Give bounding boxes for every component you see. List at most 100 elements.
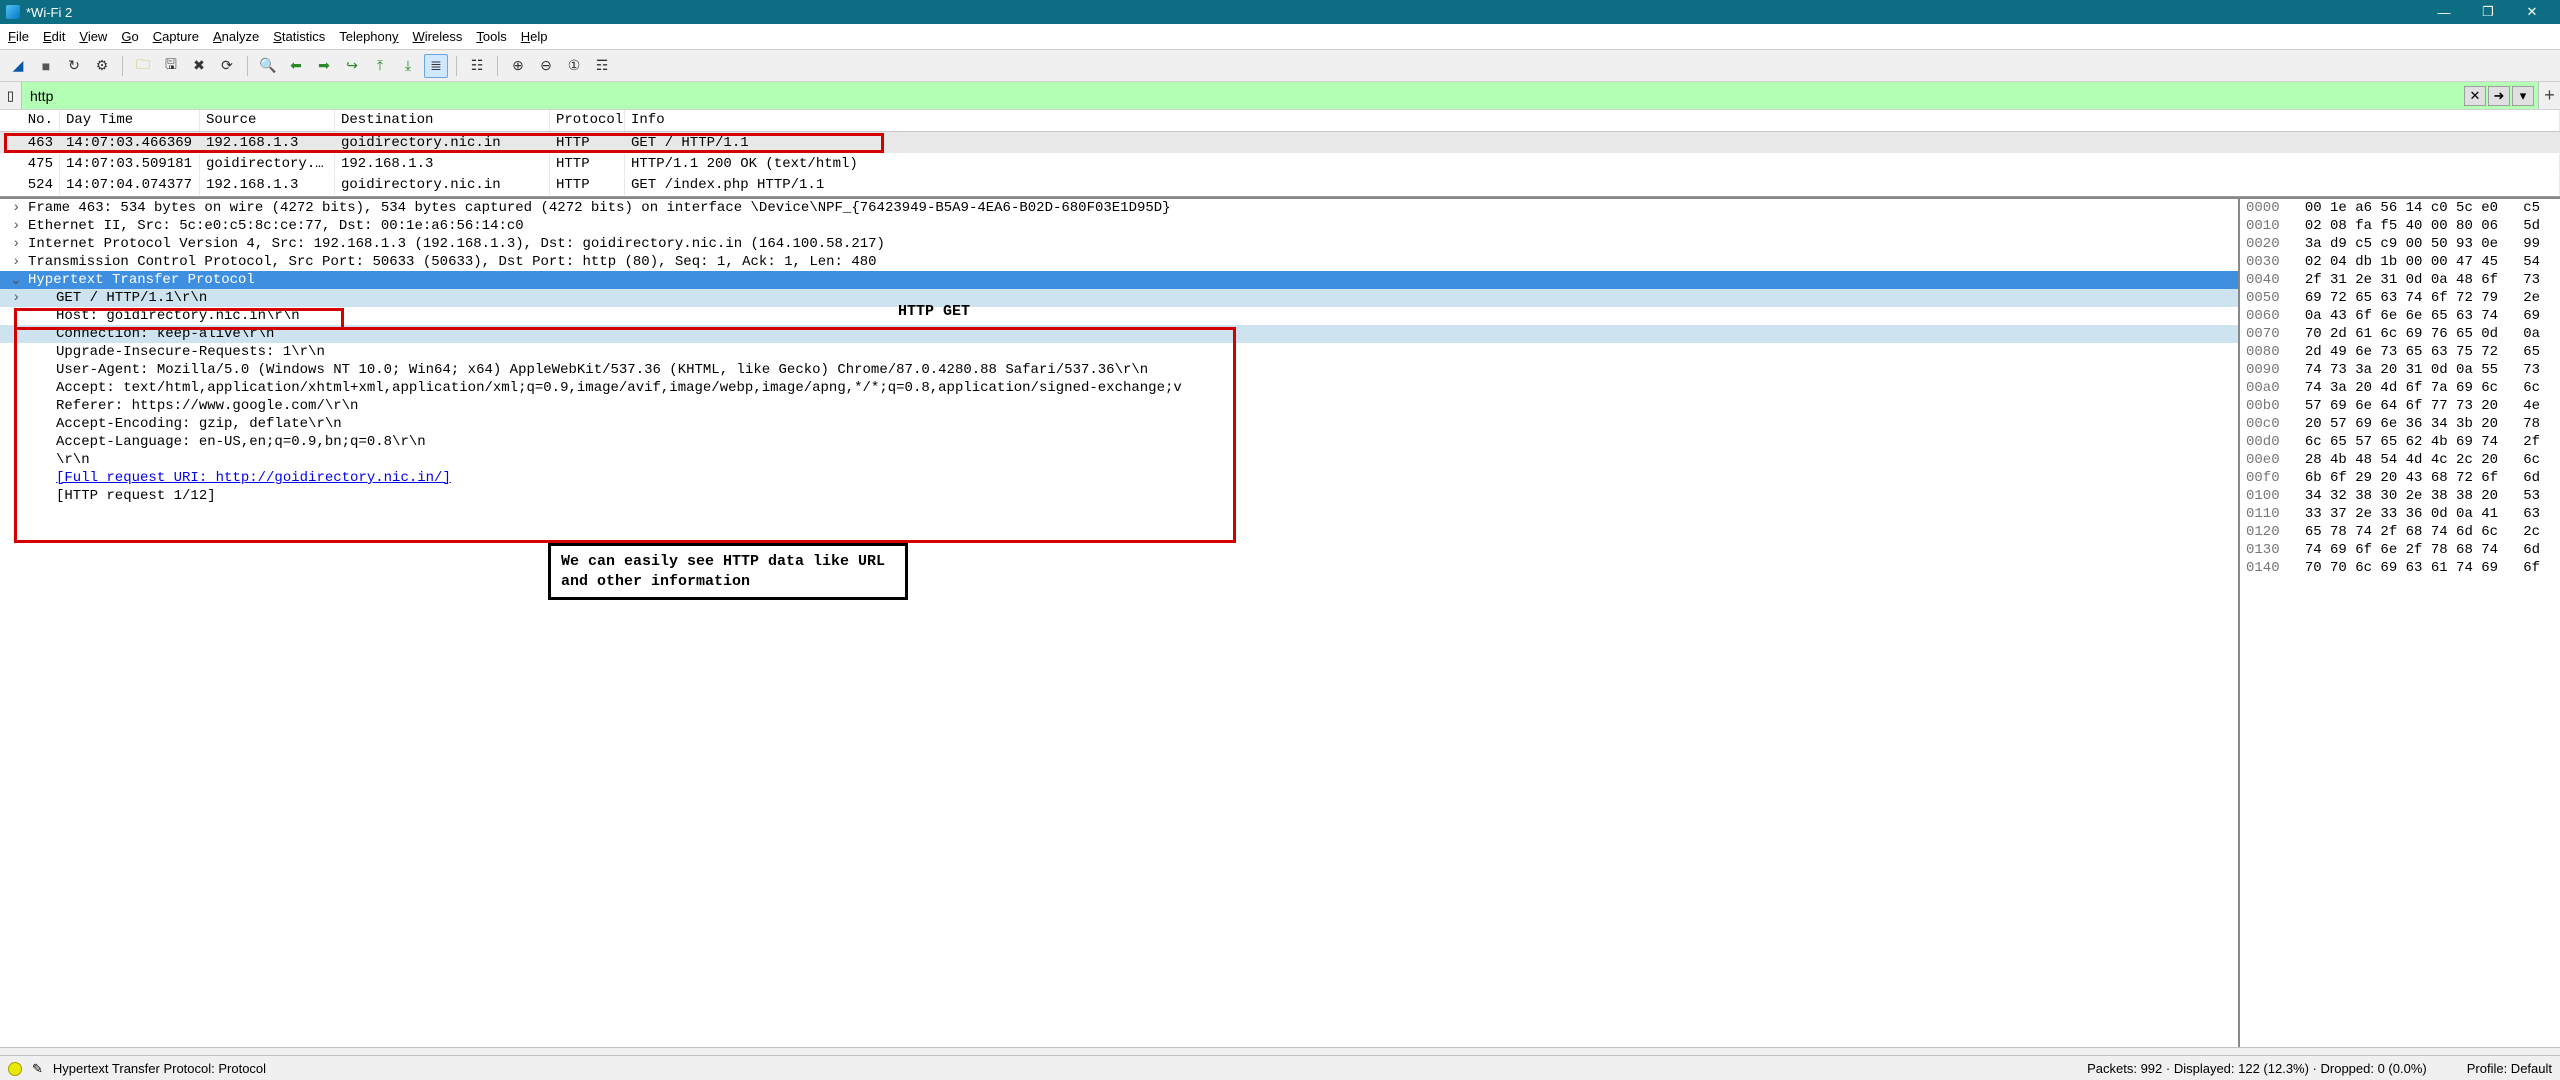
minimize-button[interactable]: —: [2422, 0, 2466, 24]
reload-icon[interactable]: ⟳: [215, 54, 239, 78]
hex-line[interactable]: 0110 33 37 2e 33 36 0d 0a 41 63: [2240, 505, 2560, 523]
packet-list-body[interactable]: 46314:07:03.466369192.168.1.3goidirector…: [0, 132, 2560, 196]
bookmark-filter-icon[interactable]: ▯: [0, 82, 22, 109]
detail-http-accept-language[interactable]: Accept-Language: en-US,en;q=0.9,bn;q=0.8…: [0, 433, 2238, 451]
hex-line[interactable]: 0010 02 08 fa f5 40 00 80 06 5d: [2240, 217, 2560, 235]
col-header-destination[interactable]: Destination: [335, 110, 550, 131]
col-header-source[interactable]: Source: [200, 110, 335, 131]
hex-line[interactable]: 0080 2d 49 6e 73 65 63 75 72 65: [2240, 343, 2560, 361]
go-back-icon[interactable]: ⬅: [284, 54, 308, 78]
detail-http-accept-encoding[interactable]: Accept-Encoding: gzip, deflate\r\n: [0, 415, 2238, 433]
menubar: File Edit View Go Capture Analyze Statis…: [0, 24, 2560, 50]
hex-line[interactable]: 0070 70 2d 61 6c 69 76 65 0d 0a: [2240, 325, 2560, 343]
hex-line[interactable]: 0060 0a 43 6f 6e 6e 65 63 74 69: [2240, 307, 2560, 325]
zoom-reset-icon[interactable]: ①: [562, 54, 586, 78]
menu-view[interactable]: View: [79, 29, 107, 44]
annotation-note-box: We can easily see HTTP data like URL and…: [548, 543, 908, 600]
col-header-no[interactable]: No.: [0, 110, 60, 131]
detail-http-upgrade[interactable]: Upgrade-Insecure-Requests: 1\r\n: [0, 343, 2238, 361]
add-filter-button-icon[interactable]: +: [2538, 82, 2560, 109]
start-capture-icon[interactable]: ◢: [6, 54, 30, 78]
zoom-out-icon[interactable]: ⊖: [534, 54, 558, 78]
hex-line[interactable]: 00a0 74 3a 20 4d 6f 7a 69 6c 6c: [2240, 379, 2560, 397]
detail-http-host[interactable]: Host: goidirectory.nic.in\r\n: [0, 307, 2238, 325]
stop-capture-icon[interactable]: ■: [34, 54, 58, 78]
hex-line[interactable]: 0140 70 70 6c 69 63 61 74 69 6f: [2240, 559, 2560, 577]
hex-line[interactable]: 00d0 6c 65 57 65 62 4b 69 74 2f: [2240, 433, 2560, 451]
horizontal-scrollbar[interactable]: [0, 1047, 2560, 1055]
detail-http-crlf[interactable]: \r\n: [0, 451, 2238, 469]
edit-capture-comment-icon[interactable]: ✎: [32, 1061, 43, 1077]
close-file-icon[interactable]: ✖: [187, 54, 211, 78]
packet-bytes-pane[interactable]: 0000 00 1e a6 56 14 c0 5c e0 c50010 02 0…: [2240, 199, 2560, 1047]
detail-http-header[interactable]: Hypertext Transfer Protocol: [0, 271, 2238, 289]
table-row[interactable]: 47514:07:03.509181goidirectory.…192.168.…: [0, 153, 2560, 174]
hex-line[interactable]: 0000 00 1e a6 56 14 c0 5c e0 c5: [2240, 199, 2560, 217]
apply-filter-icon[interactable]: ➜: [2488, 86, 2510, 106]
col-header-info[interactable]: Info: [625, 110, 2560, 131]
menu-capture[interactable]: Capture: [153, 29, 199, 44]
capture-options-icon[interactable]: ⚙: [90, 54, 114, 78]
hex-line[interactable]: 00b0 57 69 6e 64 6f 77 73 20 4e: [2240, 397, 2560, 415]
auto-scroll-icon[interactable]: ≣: [424, 54, 448, 78]
zoom-in-icon[interactable]: ⊕: [506, 54, 530, 78]
hex-line[interactable]: 0090 74 73 3a 20 31 0d 0a 55 73: [2240, 361, 2560, 379]
detail-frame[interactable]: Frame 463: 534 bytes on wire (4272 bits)…: [0, 199, 2238, 217]
go-first-icon[interactable]: ⤒: [368, 54, 392, 78]
detail-http-full-uri[interactable]: [Full request URI: http://goidirectory.n…: [56, 470, 451, 486]
table-row[interactable]: 46314:07:03.466369192.168.1.3goidirector…: [0, 132, 2560, 153]
hex-line[interactable]: 0020 3a d9 c5 c9 00 50 93 0e 99: [2240, 235, 2560, 253]
hex-line[interactable]: 0130 74 69 6f 6e 2f 78 68 74 6d: [2240, 541, 2560, 559]
go-forward-icon[interactable]: ➡: [312, 54, 336, 78]
hex-line[interactable]: 0030 02 04 db 1b 00 00 47 45 54: [2240, 253, 2560, 271]
detail-ip[interactable]: Internet Protocol Version 4, Src: 192.16…: [0, 235, 2238, 253]
hex-line[interactable]: 00f0 6b 6f 29 20 43 68 72 6f 6d: [2240, 469, 2560, 487]
hex-line[interactable]: 00c0 20 57 69 6e 36 34 3b 20 78: [2240, 415, 2560, 433]
detail-http-request-line[interactable]: GET / HTTP/1.1\r\n: [0, 289, 2238, 307]
separator: [456, 56, 457, 76]
go-last-icon[interactable]: ⤓: [396, 54, 420, 78]
detail-tcp[interactable]: Transmission Control Protocol, Src Port:…: [0, 253, 2238, 271]
close-button[interactable]: ✕: [2510, 0, 2554, 24]
detail-http-request-num[interactable]: [HTTP request 1/12]: [0, 487, 2238, 505]
col-header-time[interactable]: Day Time: [60, 110, 200, 131]
clear-filter-icon[interactable]: ✕: [2464, 86, 2486, 106]
table-row[interactable]: 52414:07:04.074377192.168.1.3goidirector…: [0, 174, 2560, 195]
restart-capture-icon[interactable]: ↻: [62, 54, 86, 78]
menu-edit[interactable]: Edit: [43, 29, 65, 44]
hex-line[interactable]: 0100 34 32 38 30 2e 38 38 20 53: [2240, 487, 2560, 505]
detail-http-accept[interactable]: Accept: text/html,application/xhtml+xml,…: [0, 379, 2238, 397]
col-header-protocol[interactable]: Protocol: [550, 110, 625, 131]
detail-http-user-agent[interactable]: User-Agent: Mozilla/5.0 (Windows NT 10.0…: [0, 361, 2238, 379]
save-file-icon[interactable]: 🖫: [159, 54, 183, 78]
menu-file[interactable]: File: [8, 29, 29, 44]
open-file-icon[interactable]: 🗀: [131, 54, 155, 78]
detail-http-referer[interactable]: Referer: https://www.google.com/\r\n: [0, 397, 2238, 415]
detail-http-connection[interactable]: Connection: keep-alive\r\n: [0, 325, 2238, 343]
status-left: Hypertext Transfer Protocol: Protocol: [53, 1061, 266, 1076]
menu-help[interactable]: Help: [521, 29, 548, 44]
menu-go[interactable]: Go: [121, 29, 138, 44]
menu-telephony[interactable]: Telephony: [339, 29, 398, 44]
expert-info-icon[interactable]: [8, 1062, 22, 1076]
resize-columns-icon[interactable]: ☶: [590, 54, 614, 78]
status-bar: ✎ Hypertext Transfer Protocol: Protocol …: [0, 1055, 2560, 1080]
separator: [122, 56, 123, 76]
colorize-icon[interactable]: ☷: [465, 54, 489, 78]
display-filter-input[interactable]: [22, 82, 2464, 109]
menu-analyze[interactable]: Analyze: [213, 29, 259, 44]
hex-line[interactable]: 00e0 28 4b 48 54 4d 4c 2c 20 6c: [2240, 451, 2560, 469]
go-to-packet-icon[interactable]: ↪: [340, 54, 364, 78]
maximize-button[interactable]: ❐: [2466, 0, 2510, 24]
hex-line[interactable]: 0040 2f 31 2e 31 0d 0a 48 6f 73: [2240, 271, 2560, 289]
hex-line[interactable]: 0050 69 72 65 63 74 6f 72 79 2e: [2240, 289, 2560, 307]
hex-line[interactable]: 0120 65 78 74 2f 68 74 6d 6c 2c: [2240, 523, 2560, 541]
find-packet-icon[interactable]: 🔍: [256, 54, 280, 78]
detail-ethernet[interactable]: Ethernet II, Src: 5c:e0:c5:8c:ce:77, Dst…: [0, 217, 2238, 235]
menu-tools[interactable]: Tools: [476, 29, 506, 44]
menu-statistics[interactable]: Statistics: [273, 29, 325, 44]
status-profile[interactable]: Profile: Default: [2467, 1061, 2552, 1076]
filter-history-icon[interactable]: ▾: [2512, 86, 2534, 106]
packet-details-pane[interactable]: Frame 463: 534 bytes on wire (4272 bits)…: [0, 199, 2240, 1047]
menu-wireless[interactable]: Wireless: [413, 29, 463, 44]
